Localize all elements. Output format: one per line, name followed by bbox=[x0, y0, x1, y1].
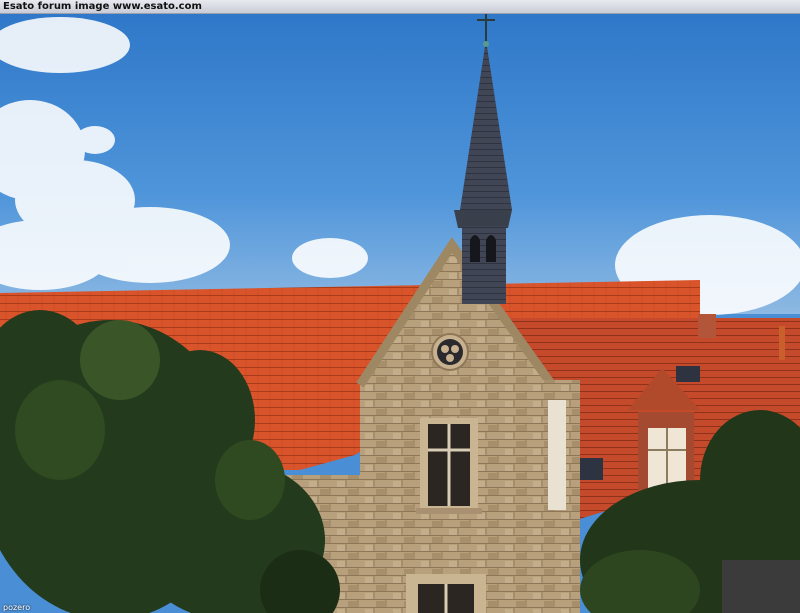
chimney-pipe bbox=[779, 326, 785, 360]
statue-base bbox=[722, 560, 800, 613]
banner-text: Esato forum image www.esato.com bbox=[3, 1, 202, 12]
skylight bbox=[676, 366, 700, 382]
forum-banner: Esato forum image www.esato.com bbox=[0, 0, 800, 14]
lower-window bbox=[406, 574, 486, 613]
photo-credit: pozero bbox=[3, 603, 31, 612]
gable-window bbox=[416, 418, 482, 514]
chimney bbox=[698, 314, 716, 338]
photo bbox=[0, 14, 800, 613]
trefoil-window bbox=[431, 333, 469, 371]
